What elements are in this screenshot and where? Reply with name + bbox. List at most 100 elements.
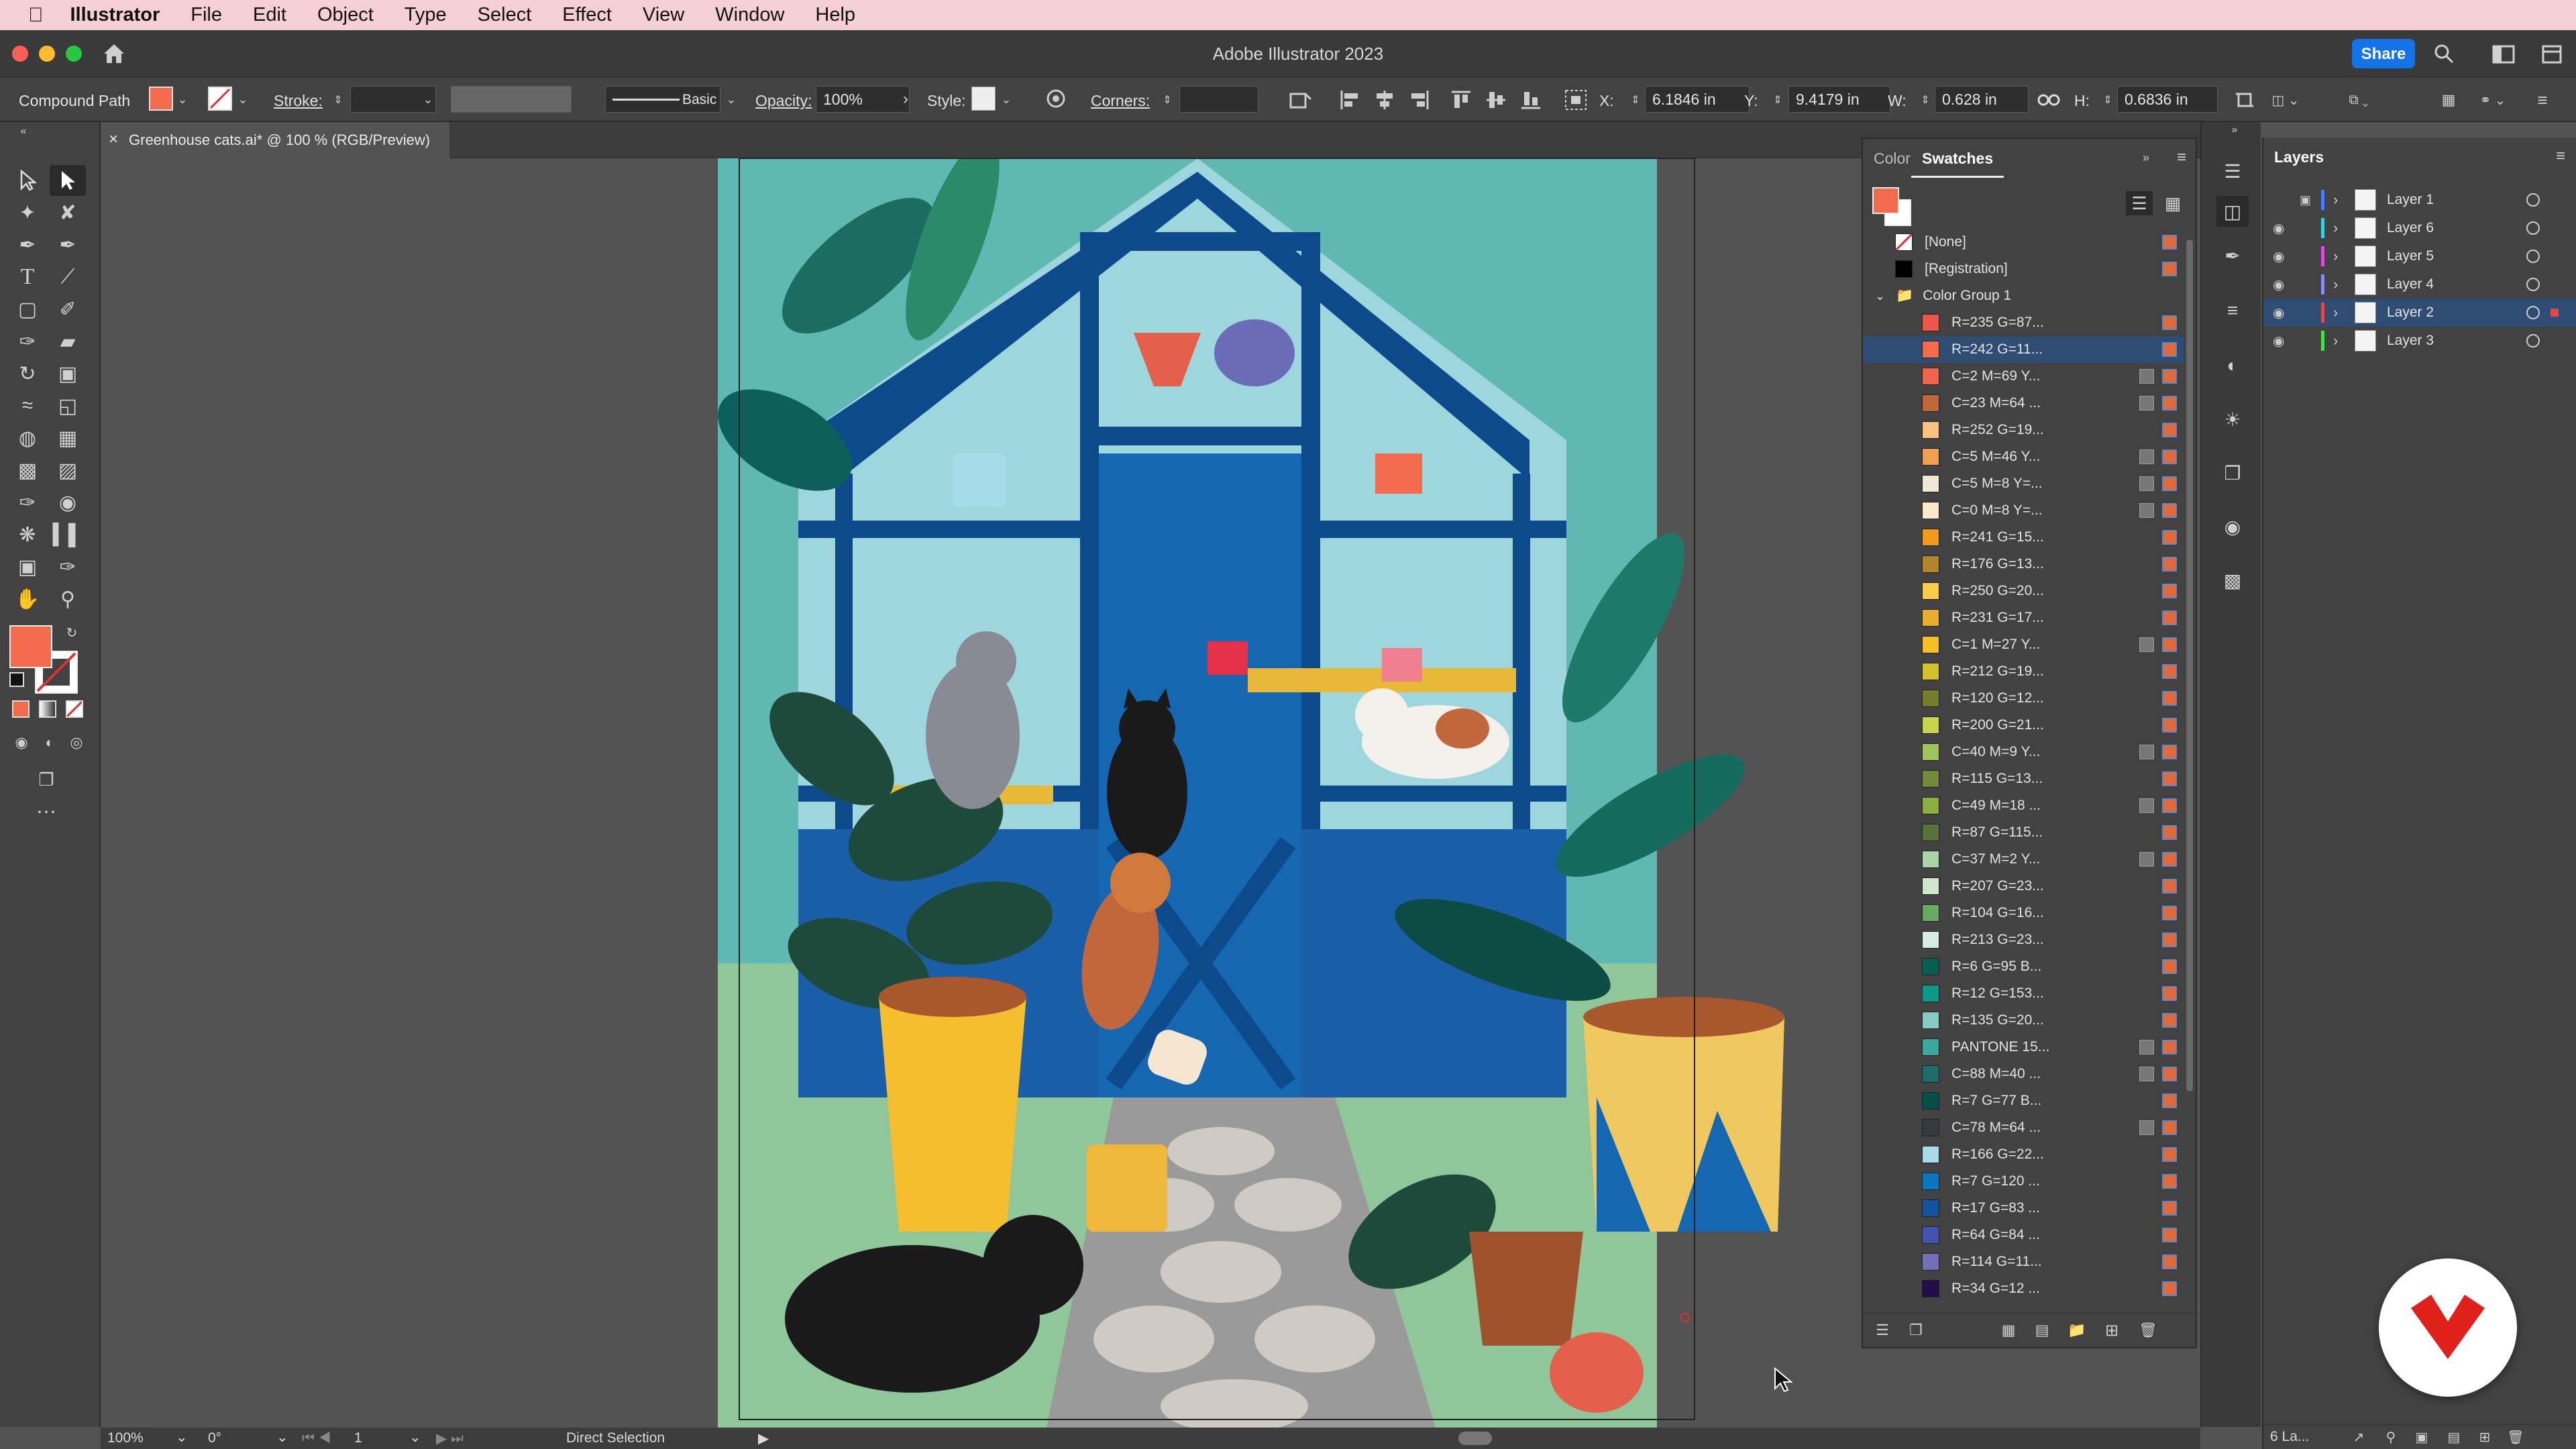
swatch-row[interactable]: R=120 G=12... — [1863, 685, 2184, 712]
menu-view[interactable]: View — [643, 4, 684, 26]
stroke-panel-icon[interactable]: ≡ — [2216, 295, 2249, 326]
type-tool-icon[interactable]: T — [9, 262, 46, 292]
swatch-row[interactable]: R=250 G=20... — [1863, 578, 2184, 604]
visibility-eye-icon[interactable]: ◉ — [2273, 276, 2284, 293]
corners-stepper[interactable]: ⇕ — [1161, 87, 1174, 113]
none-mode-button[interactable] — [66, 700, 83, 718]
properties-icon[interactable]: ◫ — [2216, 196, 2249, 227]
corners-field[interactable] — [1179, 86, 1258, 113]
greenhouse-cats-artwork[interactable] — [577, 158, 1818, 1428]
line-segment-tool-icon[interactable]: ⟋ — [50, 262, 86, 292]
swatch-row[interactable]: [Registration] — [1863, 256, 2184, 282]
artboard-nav-icon[interactable]: ⏮ ◀ — [302, 1430, 331, 1446]
chevron-right-icon[interactable]: › — [2333, 332, 2338, 350]
appearance-icon[interactable]: ☀ — [2216, 404, 2249, 435]
layer-row[interactable]: ▣ › Layer 1 — [2263, 186, 2576, 214]
libraries-icon[interactable]: ☰ — [2216, 156, 2249, 186]
swatch-row[interactable]: R=213 G=23... — [1863, 926, 2184, 953]
default-fill-stroke-icon[interactable] — [9, 672, 24, 687]
eyedropper-tool-icon[interactable]: ✑ — [9, 487, 46, 518]
swatch-row[interactable]: C=88 M=40 ... — [1863, 1061, 2184, 1087]
layer-row[interactable]: ◉ › Layer 2 — [2263, 299, 2576, 327]
chevron-down-icon[interactable]: ⌄ — [176, 1429, 188, 1446]
zoom-tool-icon[interactable]: ⚲ — [50, 584, 86, 614]
recolor-artwork-icon[interactable] — [1044, 87, 1068, 111]
opacity-field[interactable]: 100% — [816, 86, 910, 113]
lock-icon[interactable]: ▣ — [2300, 193, 2311, 207]
swatch-row[interactable]: R=242 G=11... — [1863, 336, 2184, 363]
graphic-style-swatch[interactable] — [971, 87, 996, 111]
slice-tool-icon[interactable]: ✑ — [50, 551, 86, 582]
visibility-eye-icon[interactable]: ◉ — [2273, 305, 2284, 321]
swatch-row[interactable]: C=5 M=46 Y... — [1863, 443, 2184, 470]
swatch-row[interactable]: R=34 G=12 ... — [1863, 1275, 2184, 1302]
artboard-number[interactable]: 1 — [354, 1430, 362, 1446]
layer-row[interactable]: ◉ › Layer 4 — [2263, 270, 2576, 299]
swatch-row[interactable]: R=7 G=77 B... — [1863, 1087, 2184, 1114]
chevron-right-icon[interactable]: › — [899, 89, 912, 109]
curvature-tool-icon[interactable]: ✒ — [50, 229, 86, 260]
chevron-down-icon[interactable]: ⌄ — [409, 1429, 421, 1446]
brushes-icon[interactable]: ✒ — [2216, 240, 2249, 271]
menu-effect[interactable]: Effect — [562, 4, 612, 26]
swatch-row[interactable]: R=114 G=11... — [1863, 1248, 2184, 1275]
align-bottom-icon[interactable] — [1517, 87, 1544, 113]
hamburger-menu-icon[interactable]: ≡ — [2529, 87, 2556, 113]
w-stepper[interactable]: ⇕ — [1919, 87, 1932, 113]
pen-tool-icon[interactable]: ✒ — [9, 229, 46, 260]
share-button[interactable]: Share — [2352, 39, 2415, 68]
thumbnail-view-icon[interactable]: ▦ — [2159, 191, 2186, 215]
shape-builder-tool-icon[interactable]: ◍ — [9, 423, 46, 453]
swatch-libraries-icon[interactable]: ☰ — [1872, 1320, 1892, 1340]
visibility-eye-icon[interactable]: ◉ — [2273, 220, 2284, 237]
menu-file[interactable]: File — [191, 4, 222, 26]
layer-name[interactable]: Layer 6 — [2387, 220, 2434, 236]
swatch-row[interactable]: R=241 G=15... — [1863, 524, 2184, 551]
isolate-icon[interactable]: ◫ ⌄ — [2267, 87, 2304, 113]
selection-tool-icon[interactable] — [9, 165, 46, 196]
menu-type[interactable]: Type — [405, 4, 447, 26]
target-circle-icon[interactable] — [2526, 306, 2540, 319]
locate-object-icon[interactable]: ⚲ — [2381, 1428, 2400, 1446]
menu-window[interactable]: Window — [715, 4, 784, 26]
menu-app-name[interactable]: Illustrator — [70, 4, 160, 26]
transform-reference-icon[interactable] — [1285, 87, 1315, 113]
column-graph-tool-icon[interactable]: ▍▌ — [50, 519, 86, 550]
close-tab-icon[interactable]: × — [109, 130, 118, 149]
transparency-icon[interactable]: ◐ — [2216, 350, 2249, 381]
direct-selection-tool-icon[interactable] — [50, 165, 86, 196]
chevron-right-icon[interactable]: › — [2333, 191, 2338, 209]
swatch-row[interactable]: C=40 M=9 Y... — [1863, 739, 2184, 765]
eraser-tool-icon[interactable]: ▰ — [50, 326, 86, 357]
layer-row[interactable]: ◉ › Layer 3 — [2263, 327, 2576, 355]
layer-name[interactable]: Layer 4 — [2387, 276, 2434, 292]
active-fill-stroke-preview[interactable] — [1872, 187, 1913, 227]
variable-width-profile[interactable] — [451, 86, 572, 113]
align-center-icon[interactable] — [1371, 87, 1398, 113]
apple-icon[interactable]:  — [28, 4, 44, 27]
perspective-grid-tool-icon[interactable]: ▦ — [50, 423, 86, 453]
arrange-documents-icon[interactable] — [2537, 41, 2567, 68]
swatch-row[interactable]: R=17 G=83 ... — [1863, 1195, 2184, 1222]
chevron-down-icon[interactable]: ⌄ — [724, 89, 738, 109]
swatch-row[interactable]: R=7 G=120 ... — [1863, 1168, 2184, 1195]
add-to-library-icon[interactable]: ❐ — [1906, 1320, 1926, 1340]
artboard-next-icon[interactable]: ▶ ⏭ — [436, 1430, 464, 1447]
gradient-mode-button[interactable] — [39, 700, 56, 718]
swatch-row[interactable]: R=166 G=22... — [1863, 1141, 2184, 1168]
draw-normal-icon[interactable]: ◉ — [9, 733, 34, 753]
artboard-tool-icon[interactable]: ▣ — [9, 551, 46, 582]
lasso-tool-icon[interactable]: ✘ — [50, 197, 86, 228]
swatch-row[interactable]: R=135 G=20... — [1863, 1007, 2184, 1034]
swatch-row[interactable]: R=115 G=13... — [1863, 765, 2184, 792]
y-stepper[interactable]: ⇕ — [1771, 87, 1784, 113]
swatch-row[interactable]: C=49 M=18 ... — [1863, 792, 2184, 819]
document-tab[interactable]: × Greenhouse cats.ai* @ 100 % (RGB/Previ… — [101, 122, 449, 158]
clipping-mask-icon[interactable]: ▣ — [2412, 1428, 2431, 1446]
h-stepper[interactable]: ⇕ — [2101, 87, 2114, 113]
scale-tool-icon[interactable]: ▣ — [50, 358, 86, 389]
screen-mode-icon[interactable]: ❐ — [30, 767, 63, 792]
layer-row[interactable]: ◉ › Layer 5 — [2263, 242, 2576, 270]
swatch-row[interactable]: C=37 M=2 Y... — [1863, 846, 2184, 873]
tab-swatches[interactable]: Swatches — [1911, 139, 2004, 178]
